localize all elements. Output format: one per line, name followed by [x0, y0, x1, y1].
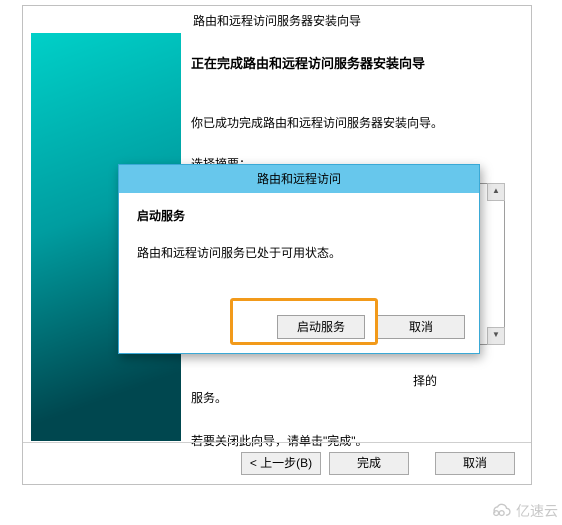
scroll-down-button[interactable]: ▼ [487, 327, 505, 345]
cancel-button[interactable]: 取消 [435, 452, 515, 475]
start-service-dialog: 路由和远程访问 启动服务 路由和远程访问服务已处于可用状态。 启动服务 取消 [118, 164, 480, 354]
wizard-titlebar: 路由和远程访问服务器安装向导 [23, 6, 531, 32]
start-service-button[interactable]: 启动服务 [277, 315, 365, 339]
dialog-body: 启动服务 路由和远程访问服务已处于可用状态。 [119, 193, 479, 261]
wizard-tail-line: 服务。 [191, 389, 523, 406]
watermark: 亿速云 [490, 501, 558, 521]
dialog-message: 路由和远程访问服务已处于可用状态。 [137, 244, 461, 261]
finish-button[interactable]: 完成 [329, 452, 409, 475]
watermark-text: 亿速云 [516, 501, 558, 521]
cloud-icon [490, 502, 512, 520]
scroll-up-button[interactable]: ▲ [487, 183, 505, 201]
dialog-titlebar: 路由和远程访问 [119, 165, 479, 193]
wizard-success-message: 你已成功完成路由和远程访问服务器安装向导。 [191, 114, 523, 131]
dialog-buttons: 启动服务 取消 [277, 315, 465, 339]
wizard-button-bar: < 上一步(B) 完成 取消 [23, 442, 531, 484]
back-button[interactable]: < 上一步(B) [241, 452, 321, 475]
dialog-cancel-button[interactable]: 取消 [377, 315, 465, 339]
wizard-heading: 正在完成路由和远程访问服务器安装向导 [191, 53, 523, 72]
wizard-tail-line-partial: xxxxxxxxxxxxxxxxxxxxxxxxxxxxxxxxxxxxx择的 [191, 372, 523, 389]
dialog-heading: 启动服务 [137, 207, 461, 224]
